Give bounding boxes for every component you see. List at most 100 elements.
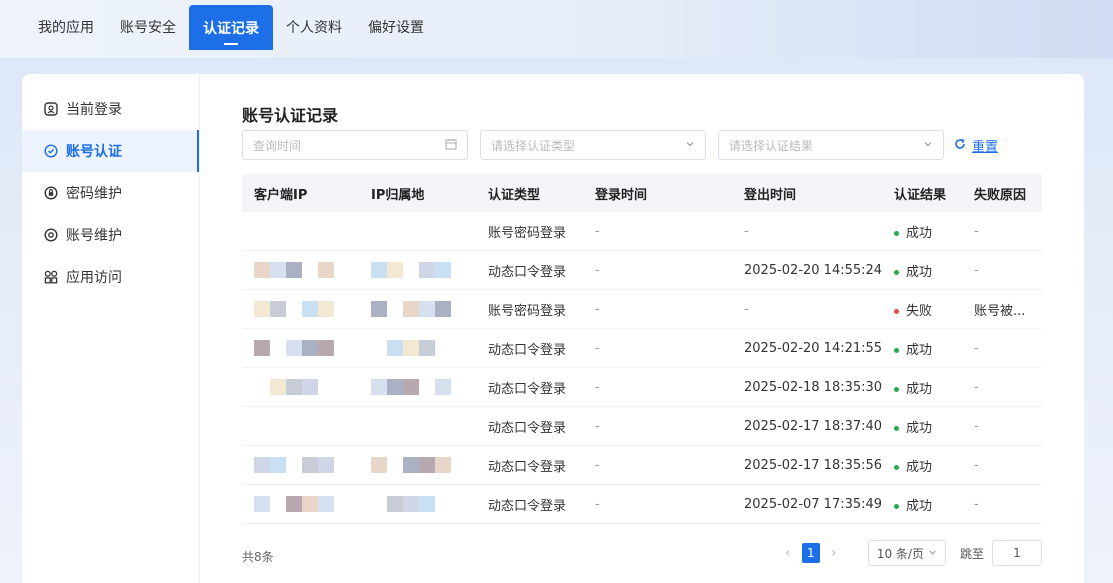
redacted-block (254, 379, 359, 395)
redacted-pixel (254, 457, 270, 473)
reset-button[interactable]: 重置 (954, 136, 998, 155)
table-row: 动态口令登录 - 2025-02-20 14:55:24 成功 - (242, 251, 1042, 290)
tab-auth-records[interactable]: 认证记录 (189, 5, 273, 50)
auth-records-table: 客户端IP IP归属地 认证类型 登录时间 登出时间 认证结果 失败原因 账号密… (242, 174, 1042, 524)
fail-reason-cell: - (974, 340, 979, 356)
auth-result-select[interactable]: 请选择认证结果 (718, 130, 944, 160)
logout-time-cell: 2025-02-07 17:35:49 (744, 496, 882, 512)
fail-reason-cell: 账号被... (974, 303, 1026, 319)
sidebar-item-account-auth[interactable]: 账号认证 (22, 130, 199, 172)
redacted-pixel (270, 301, 286, 317)
redacted-block (371, 262, 476, 278)
tab-label: 我的应用 (38, 20, 94, 36)
redacted-pixel (270, 379, 286, 395)
login-time-cell: - (595, 301, 600, 317)
table-row: 动态口令登录 - 2025-02-18 18:35:30 成功 - (242, 368, 1042, 407)
logout-time-cell: 2025-02-17 18:37:40 (744, 418, 882, 434)
time-filter-input[interactable]: 查询时间 (242, 130, 468, 160)
prev-page-icon[interactable]: ‹ (778, 545, 798, 561)
login-time-cell: - (595, 418, 600, 434)
jump-label: 跳至 (959, 546, 984, 561)
reset-label: 重置 (972, 140, 999, 155)
filter-bar: 查询时间 请选择认证类型 请选择认证结果 重置 (242, 130, 1042, 160)
result-cell: 成功 (882, 222, 962, 241)
table-footer: 共8条 ‹ 1 › 10 条/页 跳至 1 (242, 540, 1042, 570)
redacted-pixel (270, 262, 286, 278)
tab-profile[interactable]: 个人资料 (273, 5, 355, 49)
jump-page-input[interactable]: 1 (992, 540, 1042, 566)
logout-time-cell: - (744, 301, 749, 317)
status-text: 成功 (906, 420, 933, 436)
redacted-pixel (318, 262, 334, 278)
redacted-block (254, 340, 359, 356)
shield-check-icon (44, 144, 58, 158)
ip-location-cell-redacted (359, 457, 476, 473)
redacted-block (254, 262, 359, 278)
table-body: 账号密码登录 - - 成功 - 动态口令登录 - 2025-02-20 14:55:24 成功 -… (242, 212, 1042, 524)
ip-location-cell-redacted (359, 340, 476, 356)
ip-location-cell-redacted (359, 301, 476, 317)
tab-account-security[interactable]: 账号安全 (107, 5, 189, 49)
login-time-cell: - (595, 223, 600, 239)
page-number-current[interactable]: 1 (801, 543, 820, 563)
next-page-icon[interactable]: › (824, 545, 844, 561)
redacted-pixel (286, 262, 302, 278)
redacted-pixel (387, 340, 403, 356)
status-dot (894, 269, 899, 275)
auth-type-cell: 动态口令登录 (488, 498, 567, 514)
result-cell: 成功 (882, 378, 962, 397)
redacted-pixel (371, 457, 387, 473)
redacted-pixel (254, 496, 270, 512)
column-header-client-ip: 客户端IP (254, 187, 308, 203)
redacted-block (371, 301, 476, 317)
redacted-pixel (419, 496, 435, 512)
tab-label: 偏好设置 (368, 20, 424, 36)
table-row: 动态口令登录 - 2025-02-07 17:35:49 成功 - (242, 485, 1042, 524)
logout-time-cell: 2025-02-18 18:35:30 (744, 379, 882, 395)
auth-type-select[interactable]: 请选择认证类型 (480, 130, 706, 160)
status-dot (894, 503, 899, 509)
redacted-pixel (286, 340, 302, 356)
redacted-pixel (302, 496, 318, 512)
auth-type-cell: 动态口令登录 (488, 264, 567, 280)
tab-label: 个人资料 (286, 20, 342, 36)
redacted-pixel (387, 496, 403, 512)
redacted-pixel (419, 340, 435, 356)
client-ip-cell-redacted (242, 262, 359, 278)
result-cell: 成功 (882, 456, 962, 475)
redacted-pixel (371, 262, 387, 278)
redacted-pixel (318, 496, 334, 512)
tab-preferences[interactable]: 偏好设置 (355, 5, 437, 49)
chevron-down-icon (928, 546, 937, 560)
page-size-select[interactable]: 10 条/页 (867, 540, 946, 566)
table-row: 账号密码登录 - - 失败 账号被... (242, 290, 1042, 329)
sidebar-item-current-login[interactable]: 当前登录 (22, 88, 199, 130)
fail-reason-cell: - (974, 496, 979, 512)
redacted-pixel (286, 379, 302, 395)
client-ip-cell-redacted (242, 496, 359, 512)
login-time-cell: - (595, 457, 600, 473)
pagination: ‹ 1 › 10 条/页 跳至 1 (778, 540, 1042, 566)
user-circle-icon (44, 102, 58, 116)
redacted-pixel (318, 340, 334, 356)
refresh-icon (954, 138, 966, 154)
client-ip-cell-redacted (242, 379, 359, 395)
ip-location-cell-redacted (359, 379, 476, 395)
logout-time-cell: 2025-02-20 14:21:55 (744, 340, 882, 356)
sidebar-item-account-maintenance[interactable]: 账号维护 (22, 214, 199, 256)
table-header: 客户端IP IP归属地 认证类型 登录时间 登出时间 认证结果 失败原因 (242, 174, 1042, 212)
result-cell: 失败 (882, 300, 962, 319)
total-count: 共8条 (242, 550, 274, 564)
sidebar-item-app-access[interactable]: 应用访问 (22, 256, 199, 298)
redacted-pixel (435, 496, 451, 512)
client-ip-cell-redacted (242, 301, 359, 317)
table-row: 动态口令登录 - 2025-02-17 18:37:40 成功 - (242, 407, 1042, 446)
redacted-pixel (387, 457, 403, 473)
tab-my-apps[interactable]: 我的应用 (25, 5, 107, 49)
redacted-pixel (254, 340, 270, 356)
fail-reason-cell: - (974, 457, 979, 473)
auth-result-placeholder: 请选择认证结果 (729, 138, 814, 153)
column-header-login-time: 登录时间 (595, 187, 648, 203)
sidebar-item-password[interactable]: 密码维护 (22, 172, 199, 214)
result-cell: 成功 (882, 495, 962, 514)
